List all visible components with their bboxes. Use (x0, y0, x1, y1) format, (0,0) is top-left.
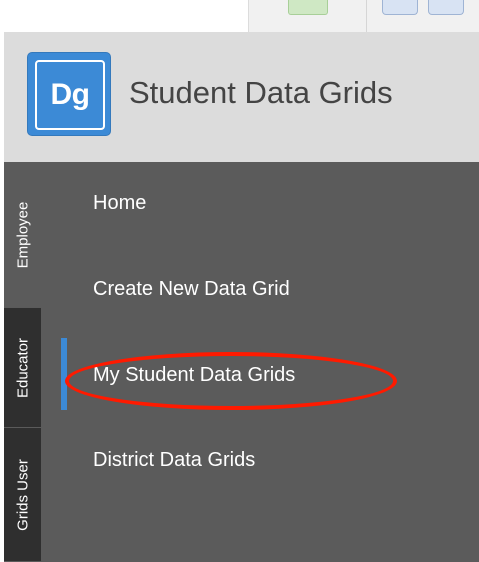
menu-item-my-student-data-grids[interactable]: My Student Data Grids (93, 364, 295, 387)
menu-item-district-data-grids[interactable]: District Data Grids (93, 449, 255, 472)
app-header: Dg Student Data Grids (4, 32, 479, 162)
tab-employee[interactable]: Employee (4, 162, 41, 308)
logo-text: Dg (35, 60, 105, 130)
blue-toolbar-button[interactable] (382, 0, 418, 15)
menu-item-create-new-data-grid[interactable]: Create New Data Grid (93, 278, 290, 301)
toolbar-divider (366, 0, 367, 32)
app-logo[interactable]: Dg (27, 52, 111, 136)
tab-grids-user[interactable]: Grids User (4, 428, 41, 562)
vertical-tabs: Employee Educator Grids User (4, 162, 41, 562)
blue-toolbar-button[interactable] (428, 0, 464, 15)
page: Dg Student Data Grids Employee Educator … (0, 0, 479, 562)
tab-educator-label: Educator (14, 337, 31, 398)
tab-grids-user-label: Grids User (14, 458, 31, 531)
tab-employee-label: Employee (14, 201, 31, 268)
active-item-indicator (61, 338, 67, 410)
sidebar-panel: Employee Educator Grids User Home Create… (4, 162, 479, 562)
app-title: Student Data Grids (129, 75, 393, 110)
green-toolbar-button[interactable] (288, 0, 328, 15)
tab-educator[interactable]: Educator (4, 308, 41, 428)
menu-item-home[interactable]: Home (93, 192, 146, 215)
top-toolbar-fragment (0, 0, 479, 32)
